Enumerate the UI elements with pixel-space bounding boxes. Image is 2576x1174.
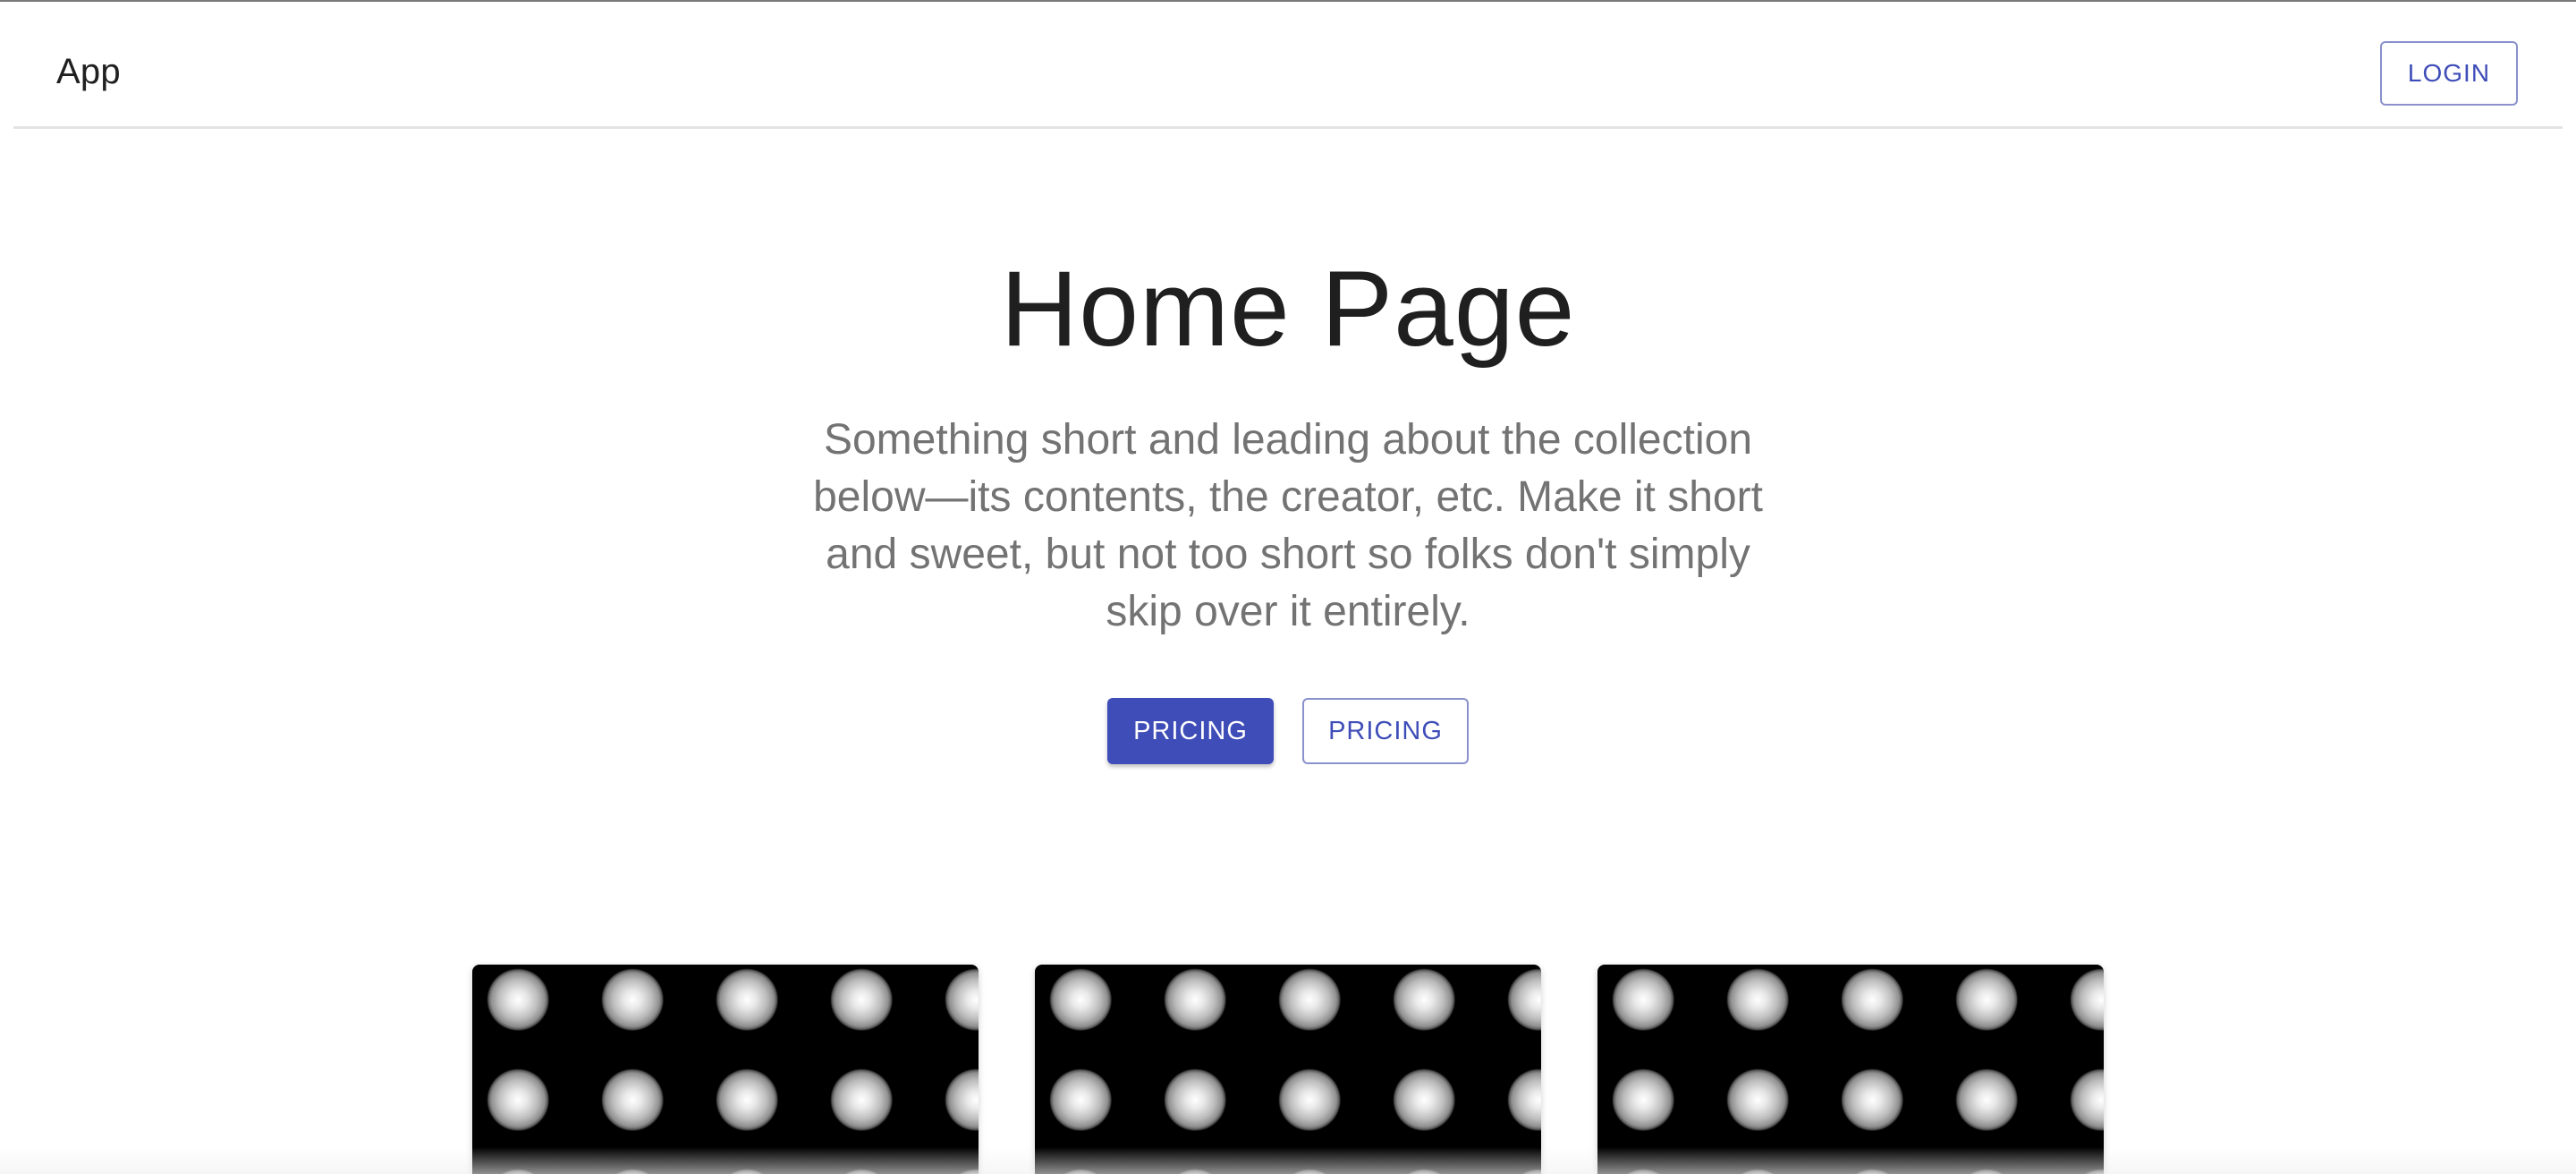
hero-actions: PRICING PRICING: [0, 698, 2576, 764]
page: App LOGIN Home Page Something short and …: [0, 0, 2576, 1174]
pricing-outline-button[interactable]: PRICING: [1302, 698, 1469, 764]
app-title: App: [56, 52, 121, 91]
app-bar: App LOGIN: [13, 2, 2563, 129]
page-title: Home Page: [1000, 249, 1576, 369]
login-button[interactable]: LOGIN: [2380, 41, 2518, 106]
card-image-spheres[interactable]: [1035, 965, 1541, 1174]
card-image-spheres[interactable]: [1597, 965, 2104, 1174]
card-image-spheres[interactable]: [472, 965, 979, 1174]
pricing-primary-button[interactable]: PRICING: [1107, 698, 1274, 764]
hero-description: Something short and leading about the co…: [813, 416, 1763, 635]
card-grid: [0, 965, 2576, 1174]
